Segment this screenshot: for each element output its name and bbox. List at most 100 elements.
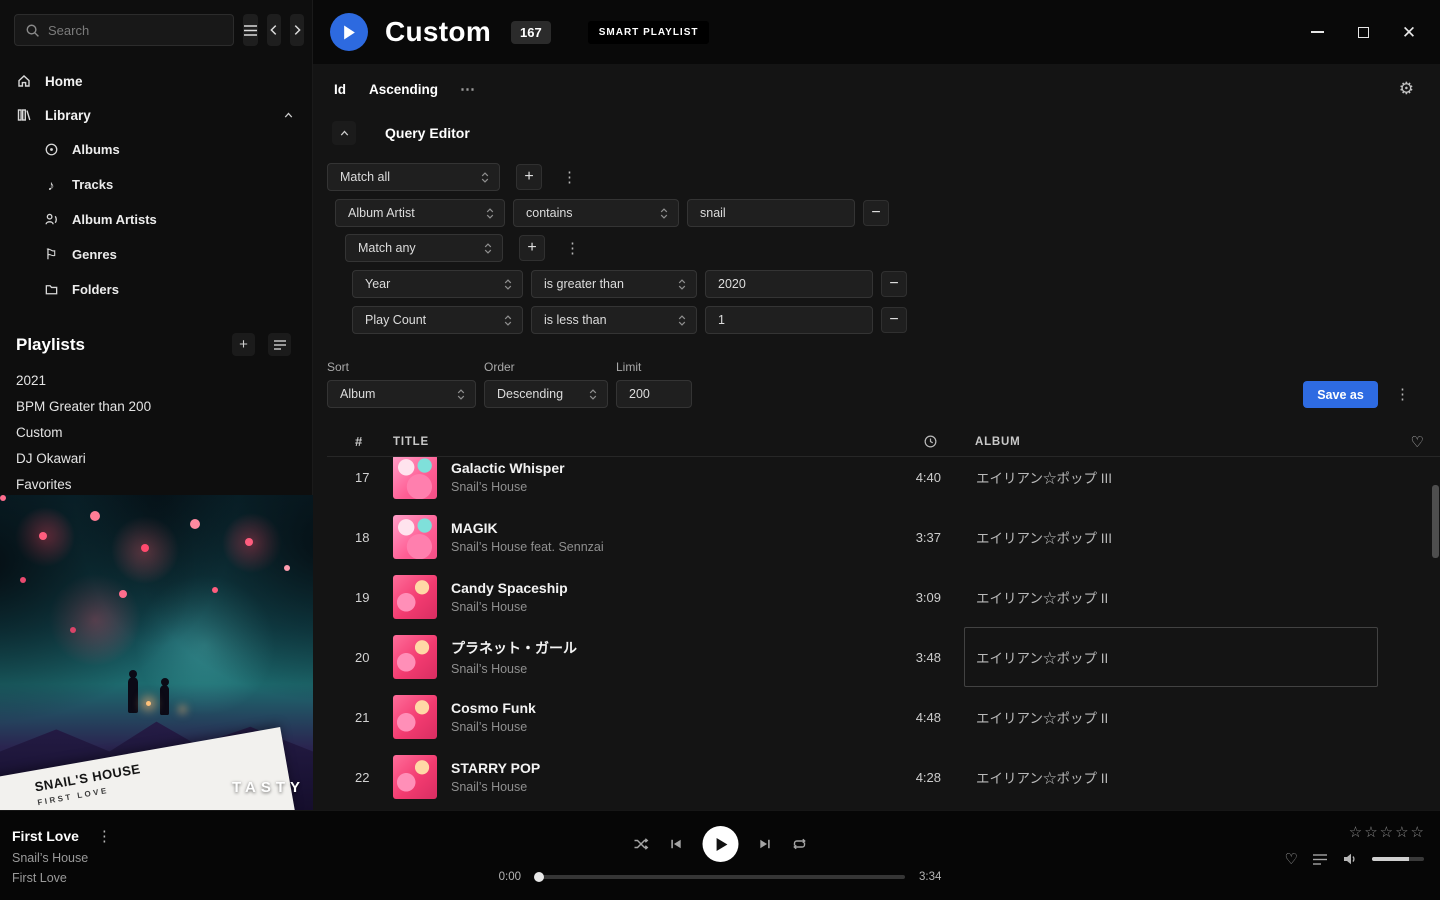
table-row[interactable]: 19 Candy Spaceship Snail’s House 3:09 エイ… — [327, 567, 1440, 627]
table-row[interactable]: 22 STARRY POP Snail’s House 4:28 エイリアン☆ポ… — [327, 747, 1440, 807]
minimize-button[interactable] — [1309, 24, 1325, 40]
now-playing-menu-button[interactable]: ⋮ — [93, 827, 116, 845]
rule-value-input[interactable] — [687, 199, 855, 227]
shuffle-button[interactable] — [633, 836, 650, 852]
add-group-rule-button[interactable]: + — [519, 235, 545, 261]
sidebar-item-home[interactable]: Home — [0, 64, 312, 98]
star-icon[interactable]: ☆ — [1380, 823, 1393, 841]
smart-playlist-badge: SMART PLAYLIST — [588, 21, 710, 44]
sidebar-item-library[interactable]: Library — [0, 98, 312, 132]
star-icon[interactable]: ☆ — [1364, 823, 1377, 841]
rule-field-select[interactable]: Album Artist — [335, 199, 505, 227]
favorite-column-icon[interactable]: ♡ — [1411, 433, 1440, 451]
column-header-number[interactable]: # — [327, 434, 393, 449]
rule-operator-select[interactable]: contains — [513, 199, 679, 227]
seek-track[interactable] — [535, 875, 905, 879]
playlist-item[interactable]: Custom — [0, 420, 312, 446]
list-icon — [273, 339, 287, 351]
sidebar-item-albums[interactable]: Albums — [0, 132, 312, 167]
table-row[interactable]: 18 MAGIK Snail’s House feat. Sennzai 3:3… — [327, 507, 1440, 567]
track-duration: 3:09 — [916, 590, 941, 605]
limit-input[interactable] — [616, 380, 692, 408]
library-submenu: Albums ♪ Tracks Album Artists ⚐ Genres — [0, 132, 312, 307]
add-rule-button[interactable]: + — [516, 164, 542, 190]
more-options-button[interactable]: ⋯ — [460, 80, 476, 98]
track-album[interactable]: エイリアン☆ポップ II — [964, 567, 1378, 627]
track-album[interactable]: エイリアン☆ポップ III — [964, 457, 1378, 507]
collapse-query-editor-button[interactable] — [332, 121, 356, 145]
forward-button[interactable] — [290, 14, 304, 46]
query-order-select[interactable]: Descending — [484, 380, 608, 408]
column-header-album[interactable]: ALBUM — [964, 436, 1378, 448]
next-button[interactable] — [758, 836, 773, 852]
save-menu-button[interactable]: ⋮ — [1391, 385, 1414, 403]
track-album[interactable]: エイリアン☆ポップ III — [964, 507, 1378, 567]
table-row[interactable]: 21 Cosmo Funk Snail’s House 4:48 エイリアン☆ポ… — [327, 687, 1440, 747]
seek-knob[interactable] — [534, 872, 544, 882]
play-pause-button[interactable] — [703, 826, 739, 862]
previous-button[interactable] — [669, 836, 684, 852]
add-playlist-button[interactable]: + — [232, 333, 255, 356]
star-icon[interactable]: ☆ — [1349, 823, 1362, 841]
track-main-cell: Cosmo Funk Snail’s House — [393, 695, 881, 739]
rule-field-select[interactable]: Year — [352, 270, 523, 298]
group-menu-button[interactable]: ⋮ — [561, 239, 584, 257]
sort-field-control[interactable]: Id — [334, 82, 346, 97]
search-input[interactable] — [48, 23, 224, 38]
match-type-select[interactable]: Match all — [327, 163, 500, 191]
sidebar: Home Library Albums ♪ — [0, 0, 313, 810]
scrollbar-thumb[interactable] — [1432, 485, 1439, 558]
query-sort-select[interactable]: Album — [327, 380, 476, 408]
gear-icon[interactable]: ⚙ — [1399, 79, 1414, 99]
favorite-button[interactable]: ♡ — [1285, 850, 1298, 868]
maximize-button[interactable] — [1355, 24, 1371, 40]
queue-button[interactable] — [1312, 853, 1328, 866]
remove-rule-button[interactable]: − — [881, 271, 907, 297]
track-album[interactable]: エイリアン☆ポップ II — [964, 687, 1378, 747]
maximize-icon — [1358, 27, 1369, 38]
app-window: Home Library Albums ♪ — [0, 0, 1440, 900]
sidebar-item-genres[interactable]: ⚐ Genres — [0, 237, 312, 272]
remove-rule-button[interactable]: − — [881, 307, 907, 333]
sidebar-item-album-artists[interactable]: Album Artists — [0, 202, 312, 237]
table-row[interactable]: 17 Galactic Whisper Snail’s House 4:40 エ… — [327, 457, 1440, 507]
rule-menu-button[interactable]: ⋮ — [558, 168, 581, 186]
rule-value-input[interactable] — [705, 270, 873, 298]
save-as-button[interactable]: Save as — [1303, 381, 1378, 408]
sidebar-item-tracks[interactable]: ♪ Tracks — [0, 167, 312, 202]
rule-operator-select[interactable]: is greater than — [531, 270, 697, 298]
column-header-title[interactable]: TITLE — [393, 436, 881, 448]
rule-value-input[interactable] — [705, 306, 873, 334]
volume-button[interactable] — [1342, 851, 1358, 867]
play-playlist-button[interactable] — [330, 13, 368, 51]
duration-column-icon[interactable] — [923, 434, 938, 449]
close-button[interactable]: ✕ — [1401, 24, 1417, 40]
select-caret-icon — [481, 241, 495, 256]
back-button[interactable] — [267, 14, 281, 46]
playlist-item[interactable]: DJ Okawari — [0, 446, 312, 472]
volume-slider[interactable] — [1372, 857, 1424, 861]
table-row[interactable]: 20 プラネット・ガール Snail’s House 3:48 エイリアン☆ポッ… — [327, 627, 1440, 687]
playlists-title: Playlists — [16, 335, 219, 355]
track-album[interactable]: エイリアン☆ポップ II — [964, 627, 1378, 687]
rule-field-select[interactable]: Play Count — [352, 306, 523, 334]
chevron-up-icon[interactable] — [280, 109, 296, 122]
track-album[interactable]: エイリアン☆ポップ II — [964, 747, 1378, 807]
menu-button[interactable] — [243, 14, 258, 46]
track-title: Candy Spaceship — [451, 580, 568, 596]
sort-direction-control[interactable]: Ascending — [369, 82, 438, 97]
playlist-list-button[interactable] — [268, 333, 291, 356]
sort-label: Sort — [327, 360, 476, 374]
rule-operator-select[interactable]: is less than — [531, 306, 697, 334]
star-icon[interactable]: ☆ — [1395, 823, 1408, 841]
sidebar-item-folders[interactable]: Folders — [0, 272, 312, 307]
search-box[interactable] — [14, 14, 234, 46]
repeat-button[interactable] — [792, 836, 808, 852]
playlist-item[interactable]: 2021 — [0, 368, 312, 394]
playlist-item[interactable]: BPM Greater than 200 — [0, 394, 312, 420]
star-icon[interactable]: ☆ — [1411, 823, 1424, 841]
page-title: Custom — [385, 16, 491, 48]
chevron-left-icon — [267, 23, 281, 37]
group-match-type-select[interactable]: Match any — [345, 234, 503, 262]
remove-rule-button[interactable]: − — [863, 200, 889, 226]
